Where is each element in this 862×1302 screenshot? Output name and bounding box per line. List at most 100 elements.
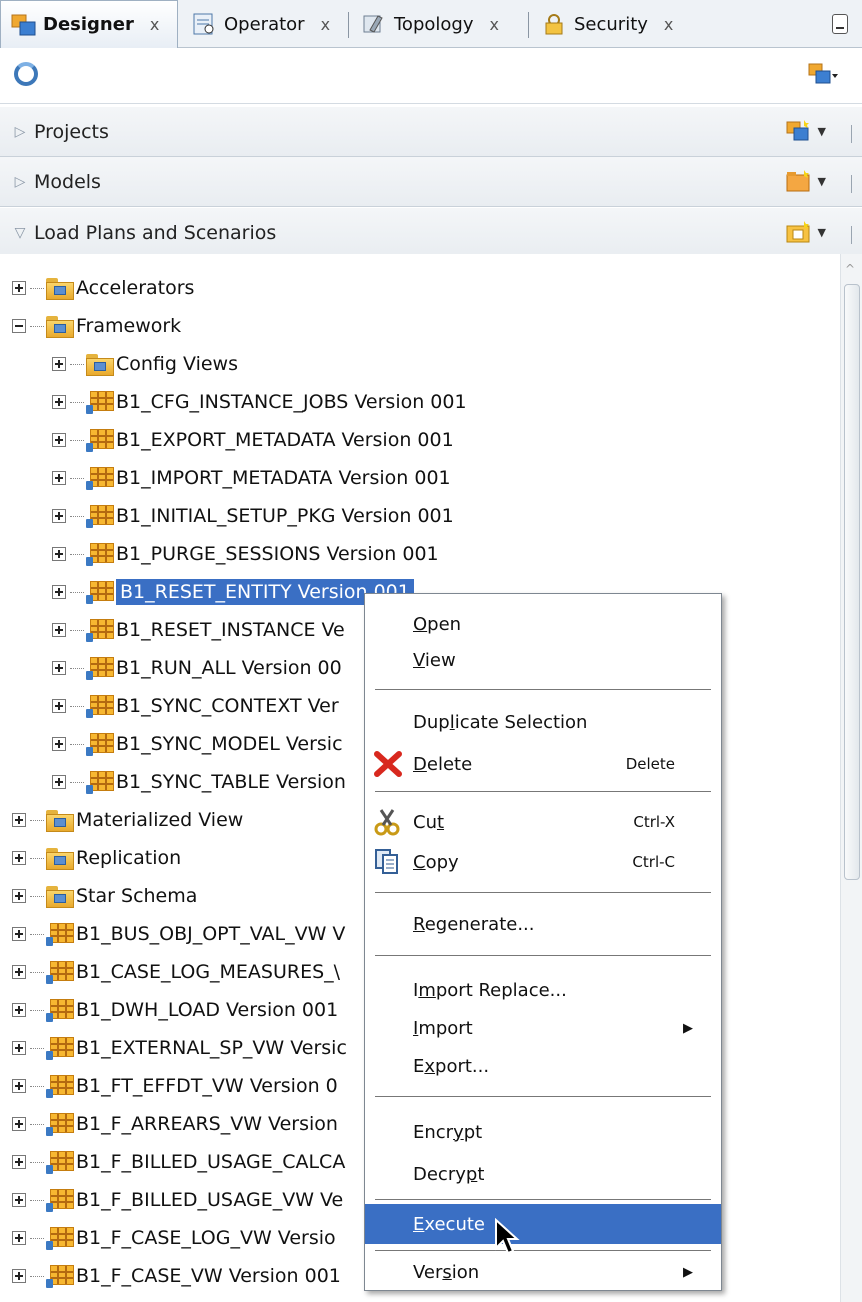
close-icon[interactable]: x <box>150 15 159 34</box>
expand-icon[interactable] <box>12 1155 26 1169</box>
menu-item-cut[interactable]: Cut Ctrl-X <box>365 804 721 840</box>
menu-item-regenerate[interactable]: Regenerate... <box>365 906 721 942</box>
scroll-up-icon[interactable]: ^ <box>845 262 855 276</box>
menu-item-duplicate-selection[interactable]: Duplicate Selection <box>365 704 721 740</box>
models-new-menu[interactable]: ▼ <box>786 169 852 193</box>
topology-icon <box>362 12 388 36</box>
menu-item-encrypt[interactable]: Encrypt <box>365 1114 721 1150</box>
expand-icon[interactable] <box>12 1079 26 1093</box>
tree-scenario[interactable]: B1_F_BILLED_USAGE_CALCA <box>12 1145 345 1179</box>
menu-item-open[interactable]: Open <box>365 606 721 642</box>
accordion-load-plans[interactable]: ▽ Load Plans and Scenarios ▼ <box>0 208 862 258</box>
expand-icon[interactable] <box>52 471 66 485</box>
menu-item-execute[interactable]: Execute <box>365 1204 721 1244</box>
accordion-projects[interactable]: ▷ Projects ▼ <box>0 107 862 157</box>
menu-item-version[interactable]: Version ▶ <box>365 1254 721 1290</box>
menu-item-import-replace[interactable]: Import Replace... <box>365 972 721 1008</box>
tree-folder-replication[interactable]: Replication <box>12 841 181 875</box>
expand-icon[interactable] <box>12 1231 26 1245</box>
tree-scenario[interactable]: B1_EXPORT_METADATA Version 001 <box>52 423 454 457</box>
expand-icon[interactable] <box>52 585 66 599</box>
collapse-icon[interactable] <box>12 319 26 333</box>
expand-icon[interactable] <box>52 623 66 637</box>
tree-scenario[interactable]: B1_F_CASE_VW Version 001 <box>12 1259 341 1293</box>
designer-menu-icon[interactable] <box>808 62 838 93</box>
tree-scenario[interactable]: B1_INITIAL_SETUP_PKG Version 001 <box>52 499 454 533</box>
menu-item-copy[interactable]: Copy Ctrl-C <box>365 844 721 880</box>
tree-scenario[interactable]: B1_BUS_OBJ_OPT_VAL_VW V <box>12 917 345 951</box>
scenario-icon <box>44 1263 74 1289</box>
expand-icon[interactable] <box>12 889 26 903</box>
expand-icon[interactable] <box>52 737 66 751</box>
tree-scenario[interactable]: B1_FT_EFFDT_VW Version 0 <box>12 1069 338 1103</box>
expand-icon[interactable] <box>12 851 26 865</box>
scenario-icon <box>84 541 114 567</box>
expand-icon[interactable] <box>52 547 66 561</box>
expand-icon[interactable] <box>52 433 66 447</box>
folder-icon <box>84 352 114 376</box>
menu-item-decrypt[interactable]: Decrypt <box>365 1156 721 1192</box>
close-icon[interactable]: x <box>321 15 330 34</box>
close-icon[interactable]: x <box>489 15 498 34</box>
expand-icon[interactable] <box>12 1003 26 1017</box>
tree-folder-framework[interactable]: Framework <box>12 309 181 343</box>
expand-icon[interactable] <box>12 965 26 979</box>
tree-folder-materialized-view[interactable]: Materialized View <box>12 803 243 837</box>
expand-icon[interactable] <box>52 661 66 675</box>
tree-scenario[interactable]: B1_SYNC_TABLE Version <box>52 765 346 799</box>
minimize-button[interactable] <box>832 14 848 34</box>
tree-label: B1_SYNC_TABLE Version <box>116 771 346 793</box>
expand-icon[interactable] <box>12 1117 26 1131</box>
tree-scenario[interactable]: B1_RESET_INSTANCE Ve <box>52 613 345 647</box>
tree-scenario[interactable]: B1_IMPORT_METADATA Version 001 <box>52 461 451 495</box>
tree-label: B1_F_BILLED_USAGE_CALCA <box>76 1151 346 1173</box>
menu-separator <box>375 1096 711 1097</box>
tab-security[interactable]: Security x <box>532 0 673 48</box>
tab-designer[interactable]: Designer x <box>0 0 178 48</box>
tree-scenario[interactable]: B1_PURGE_SESSIONS Version 001 <box>52 537 439 571</box>
scenario-icon <box>44 1149 74 1175</box>
tree-folder-star-schema[interactable]: Star Schema <box>12 879 197 913</box>
tree-scenario[interactable]: B1_SYNC_CONTEXT Ver <box>52 689 339 723</box>
accordion-models[interactable]: ▷ Models ▼ <box>0 157 862 207</box>
expand-icon[interactable] <box>52 357 66 371</box>
scrollbar-thumb[interactable] <box>844 284 860 880</box>
expand-icon[interactable] <box>52 775 66 789</box>
expand-icon[interactable] <box>12 1193 26 1207</box>
tree-scenario[interactable]: B1_SYNC_MODEL Versic <box>52 727 343 761</box>
divider <box>851 175 852 193</box>
tree-scenario[interactable]: B1_RUN_ALL Version 00 <box>52 651 342 685</box>
expand-icon[interactable] <box>12 813 26 827</box>
tab-operator[interactable]: Operator x <box>182 0 330 48</box>
menu-item-import[interactable]: Import ▶ <box>365 1010 721 1046</box>
menu-item-export[interactable]: Export... <box>365 1048 721 1084</box>
expand-icon[interactable] <box>52 395 66 409</box>
expand-icon[interactable] <box>12 281 26 295</box>
expand-icon[interactable] <box>12 927 26 941</box>
projects-new-menu[interactable]: ▼ <box>786 119 852 143</box>
loadplans-new-menu[interactable]: ▼ <box>786 220 852 244</box>
close-icon[interactable]: x <box>664 15 673 34</box>
expand-icon[interactable] <box>52 509 66 523</box>
expand-icon[interactable] <box>12 1269 26 1283</box>
tree-scenario[interactable]: B1_F_BILLED_USAGE_VW Ve <box>12 1183 343 1217</box>
tab-topology[interactable]: Topology x <box>352 0 499 48</box>
vertical-scrollbar[interactable]: ^ <box>840 254 862 1302</box>
context-menu: Open View Duplicate Selection Delete Del… <box>364 593 722 1291</box>
menu-item-delete[interactable]: Delete Delete <box>365 746 721 782</box>
operator-icon <box>192 12 218 36</box>
tree-scenario[interactable]: B1_F_CASE_LOG_VW Versio <box>12 1221 336 1255</box>
tree-folder-accelerators[interactable]: Accelerators <box>12 271 194 305</box>
tree-scenario[interactable]: B1_F_ARREARS_VW Version <box>12 1107 338 1141</box>
refresh-icon[interactable] <box>14 62 38 86</box>
tab-label: Security <box>574 13 648 35</box>
menu-item-view[interactable]: View <box>365 642 721 678</box>
tree-scenario-selected[interactable]: B1_RESET_ENTITY Version 001 <box>52 575 414 609</box>
tree-scenario[interactable]: B1_DWH_LOAD Version 001 <box>12 993 338 1027</box>
tree-folder-config-views[interactable]: Config Views <box>52 347 238 381</box>
tree-scenario[interactable]: B1_CFG_INSTANCE_JOBS Version 001 <box>52 385 467 419</box>
tree-scenario[interactable]: B1_EXTERNAL_SP_VW Versic <box>12 1031 347 1065</box>
expand-icon[interactable] <box>12 1041 26 1055</box>
expand-icon[interactable] <box>52 699 66 713</box>
tree-scenario[interactable]: B1_CASE_LOG_MEASURES_\ <box>12 955 340 989</box>
